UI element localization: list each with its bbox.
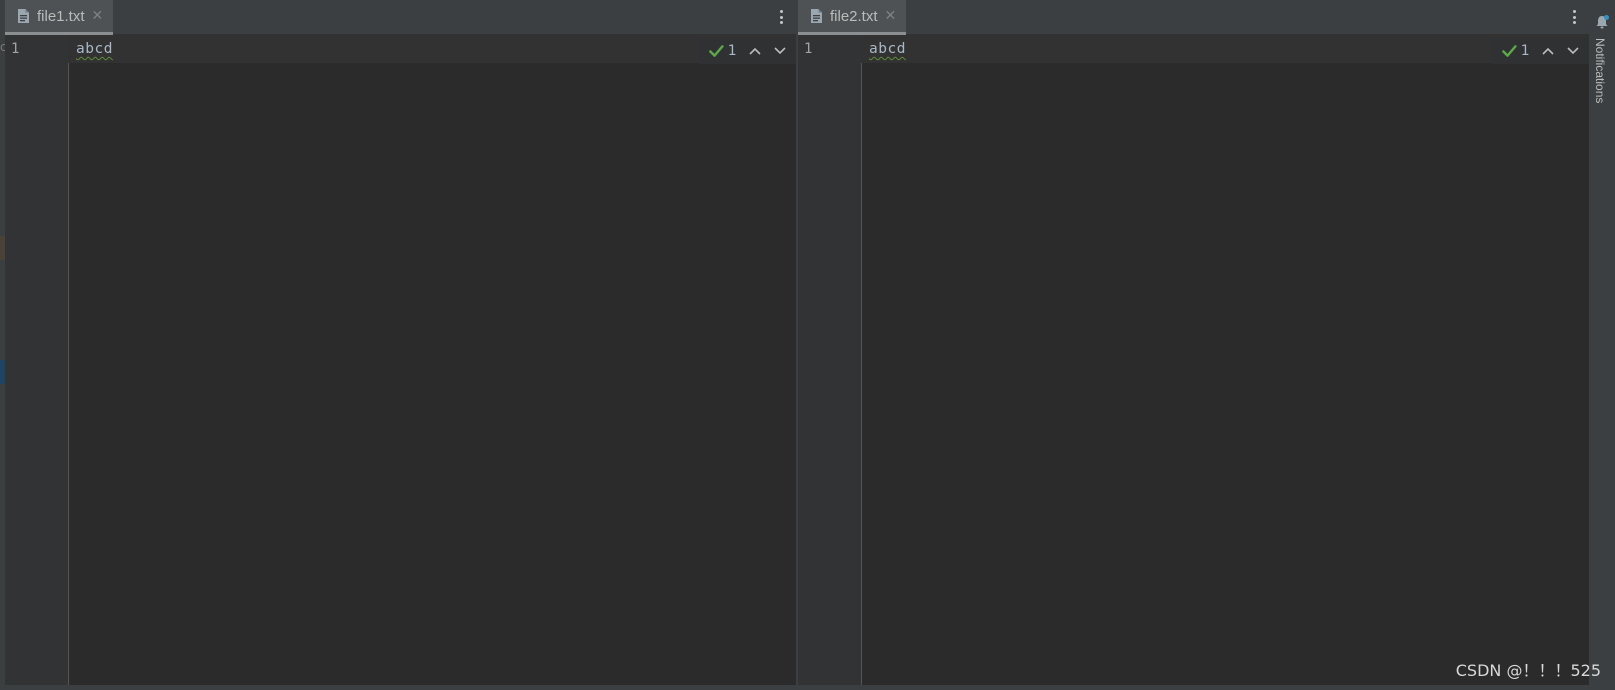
bell-icon[interactable] [1594, 14, 1610, 30]
tab-label: file2.txt [830, 7, 878, 25]
text-file-icon [811, 9, 822, 23]
checkmark-icon[interactable] [709, 44, 724, 58]
close-icon[interactable]: ✕ [92, 8, 104, 24]
current-line-highlight [68, 35, 796, 63]
chevron-up-icon[interactable] [747, 42, 764, 60]
editor-pane-left: file1.txt ✕ 1 abcd 1 [5, 0, 796, 690]
vertical-ellipsis-icon[interactable] [1567, 6, 1581, 28]
tab-bar-right: file2.txt ✕ [798, 0, 1589, 35]
inspection-count[interactable]: 1 [728, 43, 737, 59]
inspection-widget: 1 [1492, 38, 1589, 64]
line-number: 1 [11, 41, 20, 57]
line-number-gutter: 1 [798, 35, 862, 685]
editor-pane-right: file2.txt ✕ 1 abcd 1 [798, 0, 1589, 690]
inspection-widget: 1 [699, 38, 796, 64]
checkmark-icon[interactable] [1502, 44, 1517, 58]
code-line[interactable]: abcd [76, 41, 113, 57]
chevron-down-icon[interactable] [1564, 42, 1581, 60]
inspection-count[interactable]: 1 [1521, 43, 1530, 59]
tab-label: file1.txt [37, 7, 85, 25]
watermark: CSDN @！！！525 [1455, 661, 1601, 680]
line-number-gutter: 1 [5, 35, 69, 685]
tab-file2[interactable]: file2.txt ✕ [798, 0, 907, 35]
tab-bar-left: file1.txt ✕ [5, 0, 796, 35]
bottom-border [0, 685, 1615, 690]
close-icon[interactable]: ✕ [885, 8, 897, 24]
text-file-icon [18, 9, 29, 23]
line-number: 1 [804, 41, 813, 57]
chevron-up-icon[interactable] [1540, 42, 1557, 60]
chevron-down-icon[interactable] [771, 42, 788, 60]
vertical-ellipsis-icon[interactable] [774, 6, 788, 28]
notifications-tool-button[interactable]: Notifications [1593, 38, 1607, 103]
tab-file1[interactable]: file1.txt ✕ [5, 0, 114, 35]
right-tool-strip: Notifications [1589, 0, 1615, 690]
code-line[interactable]: abcd [869, 41, 906, 57]
current-line-highlight [861, 35, 1589, 63]
